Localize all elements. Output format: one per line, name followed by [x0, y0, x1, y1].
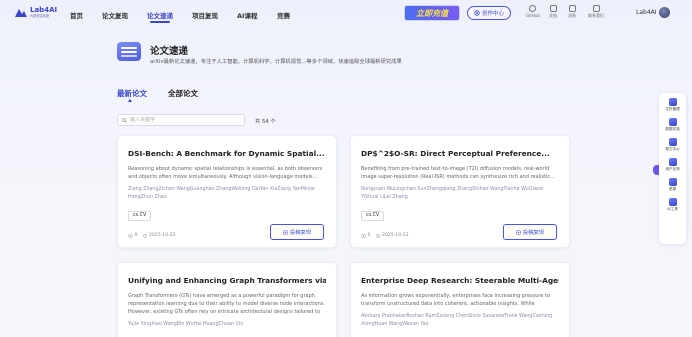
github-icon: [529, 5, 537, 12]
bell-icon: [568, 5, 576, 12]
nav-active-underline: [150, 21, 170, 23]
docs-link[interactable]: 文档: [549, 5, 557, 19]
paper-abstract: As information grows exponentially, ente…: [361, 293, 551, 307]
paper-title[interactable]: Enterprise Deep Research: Steerable Mult…: [361, 276, 559, 285]
logo-icon: [15, 8, 27, 18]
brand-tagline: 大模型实验室: [30, 14, 50, 18]
nav-paper-express[interactable]: 论文速递: [147, 10, 173, 20]
messages-link[interactable]: 消息: [568, 5, 576, 19]
creator-center-button[interactable]: 创作中心: [467, 6, 511, 20]
sidebar-item-resources[interactable]: 资源: [668, 178, 677, 192]
avatar[interactable]: [659, 7, 670, 18]
resource-icon: [668, 178, 677, 186]
nav-ai-courses[interactable]: AI课程: [237, 10, 257, 20]
sidebar-item-compute[interactable]: 算力中心: [665, 138, 680, 152]
brand-name: Lab4AI: [30, 6, 58, 14]
paper-card[interactable]: Enterprise Deep Research: Steerable Mult…: [350, 262, 570, 337]
paper-authors: Yujie XingXiao WangBin WuHai HuangChuan …: [128, 322, 243, 327]
eye-icon: [128, 233, 133, 238]
paper-card[interactable]: DP$^2$O-SR: Direct Perceptual Preference…: [350, 135, 570, 248]
database-icon: [668, 118, 677, 126]
promo-banner-button[interactable]: 立即充值: [404, 5, 460, 21]
search-input[interactable]: [130, 117, 240, 123]
paper-abstract: Reasoning about dynamic spatial relation…: [128, 166, 323, 180]
top-navbar: Lab4AI 大模型实验室 首页 论文复现 论文速递 项目复现 AI课程 竞赛 …: [0, 0, 692, 28]
paper-express-icon: [117, 42, 141, 61]
paper-card[interactable]: Unifying and Enhancing Graph Transformer…: [117, 262, 337, 337]
paper-authors: Ziang ZhangZichen WangGuanghao ZhangWeil…: [128, 187, 315, 200]
paper-title[interactable]: DSI-Bench: A Benchmark for Dynamic Spati…: [128, 149, 326, 158]
username[interactable]: Lab4AI: [636, 9, 657, 16]
category-tag[interactable]: cs.CV: [361, 210, 385, 221]
tab-latest-papers[interactable]: 最新论文: [117, 88, 147, 99]
category-tag[interactable]: cs.CV: [128, 210, 152, 221]
sidebar-item-files[interactable]: 文件管理: [665, 98, 680, 112]
publish-date: 2025-10-22: [381, 233, 409, 238]
creator-label: 创作中心: [481, 11, 504, 17]
tab-active-indicator: [128, 99, 132, 102]
cpu-icon: [668, 138, 677, 146]
paper-meta: 0 2025-10-22: [128, 233, 176, 238]
page-description: arXiv最新论文速递，专注于人工智能、计算机科学、计算机视觉...等多个领域，…: [150, 59, 402, 65]
sidebar-item-feedback[interactable]: 用户反馈: [665, 158, 680, 172]
submit-icon: [516, 229, 521, 235]
paper-authors: Rongyuan WuLingchen SunZhengqiang ZhangS…: [361, 187, 544, 200]
submit-reproduction-button[interactable]: 投稿复现: [503, 224, 557, 240]
sidebar-item-experiments[interactable]: 数据实验: [665, 118, 680, 132]
search-box[interactable]: [117, 114, 245, 126]
nav-competitions[interactable]: 竞赛: [277, 10, 290, 20]
feedback-icon: [668, 158, 677, 166]
submit-reproduction-button[interactable]: 投稿复现: [270, 224, 324, 240]
page-title: 论文速递: [150, 46, 189, 57]
clock-icon: [376, 233, 381, 238]
contact-link[interactable]: 联系我们: [588, 5, 604, 19]
nav-home[interactable]: 首页: [70, 10, 83, 20]
nav-paper-reproduction[interactable]: 论文复现: [102, 10, 128, 20]
paper-abstract: Benefiting from pre-trained text-to-imag…: [361, 166, 555, 180]
view-count: 0: [134, 233, 138, 238]
tab-all-papers[interactable]: 全部论文: [168, 88, 198, 99]
logo[interactable]: Lab4AI 大模型实验室: [15, 7, 57, 18]
paper-title[interactable]: Unifying and Enhancing Graph Transformer…: [128, 276, 326, 285]
floating-sidebar: 文件管理 数据实验 算力中心 用户反馈 资源 AI工具: [659, 93, 686, 244]
github-link[interactable]: GitHub: [526, 5, 540, 18]
paper-card[interactable]: DSI-Bench: A Benchmark for Dynamic Spati…: [117, 135, 337, 248]
document-icon: [549, 5, 557, 12]
contact-icon: [592, 5, 600, 12]
search-icon: [122, 117, 127, 123]
paper-abstract: Graph Transformers (GTs) have emerged as…: [128, 293, 326, 315]
result-count: 共 54 个: [255, 119, 276, 125]
view-count: 0: [367, 233, 371, 238]
folder-icon: [668, 98, 677, 106]
creator-icon: [474, 10, 480, 16]
nav-project-reproduction[interactable]: 项目复现: [192, 10, 218, 20]
promo-label: 立即充值: [416, 8, 448, 18]
paper-title[interactable]: DP$^2$O-SR: Direct Perceptual Preference…: [361, 149, 559, 158]
ai-tool-icon: [668, 198, 677, 206]
eye-icon: [361, 233, 366, 238]
clock-icon: [143, 233, 148, 238]
paper-meta: 0 2025-10-22: [361, 233, 409, 238]
publish-date: 2025-10-22: [148, 233, 176, 238]
sidebar-item-ai-tools[interactable]: AI工具: [667, 198, 678, 212]
submit-icon: [283, 229, 288, 235]
paper-authors: Akshara PrabhakarRoshan RamZixiang ChenS…: [361, 314, 553, 327]
